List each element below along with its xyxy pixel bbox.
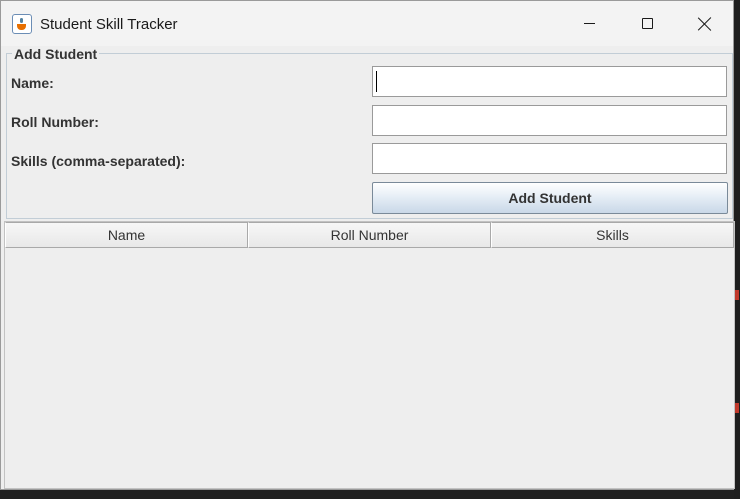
name-input[interactable] xyxy=(372,66,727,97)
java-cup-icon xyxy=(12,14,32,34)
maximize-button[interactable] xyxy=(618,1,676,46)
close-icon xyxy=(698,17,712,31)
app-window: Student Skill Tracker Add Student Name: … xyxy=(0,0,735,490)
text-caret xyxy=(376,71,377,92)
window-title: Student Skill Tracker xyxy=(40,16,178,33)
maximize-icon xyxy=(641,18,653,29)
column-header-roll-number[interactable]: Roll Number xyxy=(248,222,491,248)
error-marker xyxy=(735,403,739,413)
add-student-button[interactable]: Add Student xyxy=(372,182,728,214)
table-body[interactable] xyxy=(5,248,734,488)
error-marker xyxy=(735,290,739,300)
skills-input[interactable] xyxy=(372,143,727,174)
name-label: Name: xyxy=(11,75,54,91)
java-cup-steam xyxy=(20,18,23,23)
title-bar[interactable]: Student Skill Tracker xyxy=(1,1,733,46)
roll-number-input[interactable] xyxy=(372,105,727,136)
column-header-skills[interactable]: Skills xyxy=(491,222,734,248)
roll-number-label: Roll Number: xyxy=(11,114,99,130)
minimize-button[interactable] xyxy=(560,1,618,46)
column-header-name[interactable]: Name xyxy=(5,222,248,248)
add-student-panel-title: Add Student xyxy=(12,46,100,62)
skills-label: Skills (comma-separated): xyxy=(11,153,186,169)
java-cup-body xyxy=(17,24,26,30)
close-button[interactable] xyxy=(676,1,734,46)
table-header: Name Roll Number Skills xyxy=(5,222,734,248)
students-table[interactable]: Name Roll Number Skills xyxy=(4,221,735,489)
minimize-icon xyxy=(583,23,595,24)
